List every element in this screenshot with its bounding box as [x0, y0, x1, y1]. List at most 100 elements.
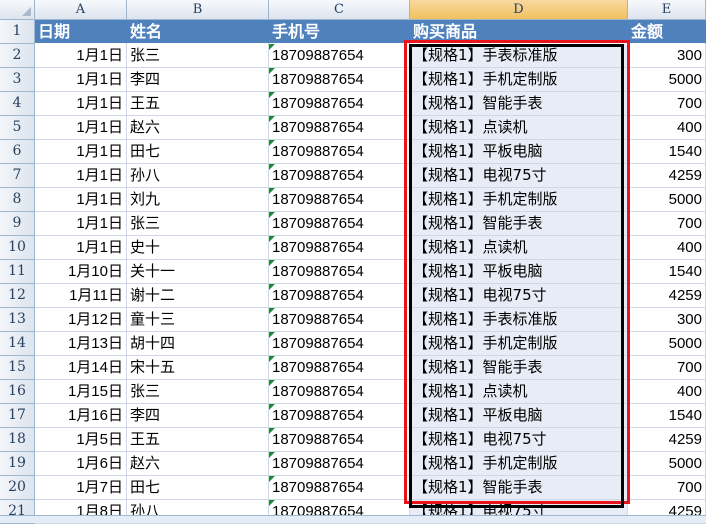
cell-date[interactable]: 1月7日: [35, 476, 127, 500]
cell-date[interactable]: 1月16日: [35, 404, 127, 428]
cell-product[interactable]: 【规格1】手机定制版: [410, 68, 628, 92]
cell-date[interactable]: 1月1日: [35, 44, 127, 68]
cell-date[interactable]: 1月1日: [35, 188, 127, 212]
row-header[interactable]: 20: [0, 476, 35, 500]
row-header[interactable]: 12: [0, 284, 35, 308]
cell-phone[interactable]: 18709887654: [269, 284, 410, 308]
column-header-e[interactable]: E: [628, 0, 706, 20]
cell-date[interactable]: 1月1日: [35, 236, 127, 260]
cell-phone[interactable]: 18709887654: [269, 116, 410, 140]
header-cell-product[interactable]: 购买商品: [410, 20, 628, 44]
cell-amount[interactable]: 400: [628, 116, 706, 140]
cell-date[interactable]: 1月1日: [35, 164, 127, 188]
header-cell-date[interactable]: 日期: [35, 20, 127, 44]
cell-amount[interactable]: 700: [628, 212, 706, 236]
row-header[interactable]: 19: [0, 452, 35, 476]
cell-name[interactable]: 赵六: [127, 452, 269, 476]
cell-phone[interactable]: 18709887654: [269, 428, 410, 452]
cell-name[interactable]: 李四: [127, 68, 269, 92]
row-header[interactable]: 7: [0, 164, 35, 188]
cell-name[interactable]: 田七: [127, 476, 269, 500]
row-header[interactable]: 11: [0, 260, 35, 284]
cell-product[interactable]: 【规格1】点读机: [410, 116, 628, 140]
column-header-a[interactable]: A: [35, 0, 127, 20]
row-header[interactable]: 16: [0, 380, 35, 404]
row-header[interactable]: 14: [0, 332, 35, 356]
cell-date[interactable]: 1月12日: [35, 308, 127, 332]
cell-date[interactable]: 1月1日: [35, 116, 127, 140]
cell-phone[interactable]: 18709887654: [269, 236, 410, 260]
cell-product[interactable]: 【规格1】平板电脑: [410, 404, 628, 428]
cell-amount[interactable]: 1540: [628, 260, 706, 284]
cell-date[interactable]: 1月1日: [35, 92, 127, 116]
row-header[interactable]: 5: [0, 116, 35, 140]
cell-phone[interactable]: 18709887654: [269, 356, 410, 380]
cell-phone[interactable]: 18709887654: [269, 476, 410, 500]
cell-product[interactable]: 【规格1】电视75寸: [410, 164, 628, 188]
row-header[interactable]: 18: [0, 428, 35, 452]
row-header[interactable]: 2: [0, 44, 35, 68]
cell-date[interactable]: 1月14日: [35, 356, 127, 380]
cell-name[interactable]: 张三: [127, 380, 269, 404]
cell-product[interactable]: 【规格1】点读机: [410, 236, 628, 260]
cell-product[interactable]: 【规格1】智能手表: [410, 356, 628, 380]
cell-phone[interactable]: 18709887654: [269, 404, 410, 428]
cell-amount[interactable]: 4259: [628, 284, 706, 308]
cell-amount[interactable]: 4259: [628, 164, 706, 188]
cell-name[interactable]: 张三: [127, 44, 269, 68]
cell-date[interactable]: 1月1日: [35, 68, 127, 92]
cell-amount[interactable]: 700: [628, 476, 706, 500]
cell-date[interactable]: 1月11日: [35, 284, 127, 308]
cell-phone[interactable]: 18709887654: [269, 212, 410, 236]
cell-date[interactable]: 1月5日: [35, 428, 127, 452]
cell-phone[interactable]: 18709887654: [269, 44, 410, 68]
cell-date[interactable]: 1月10日: [35, 260, 127, 284]
cell-date[interactable]: 1月13日: [35, 332, 127, 356]
cell-amount[interactable]: 400: [628, 380, 706, 404]
cell-product[interactable]: 【规格1】手机定制版: [410, 452, 628, 476]
header-cell-name[interactable]: 姓名: [127, 20, 269, 44]
cell-amount[interactable]: 400: [628, 236, 706, 260]
cell-phone[interactable]: 18709887654: [269, 164, 410, 188]
select-all-corner[interactable]: [0, 0, 35, 20]
cell-phone[interactable]: 18709887654: [269, 332, 410, 356]
cell-product[interactable]: 【规格1】电视75寸: [410, 428, 628, 452]
cell-phone[interactable]: 18709887654: [269, 380, 410, 404]
cell-name[interactable]: 胡十四: [127, 332, 269, 356]
cell-name[interactable]: 童十三: [127, 308, 269, 332]
cell-amount[interactable]: 5000: [628, 188, 706, 212]
cell-amount[interactable]: 1540: [628, 404, 706, 428]
cell-product[interactable]: 【规格1】手机定制版: [410, 332, 628, 356]
cell-name[interactable]: 赵六: [127, 116, 269, 140]
header-cell-amount[interactable]: 金额: [628, 20, 706, 44]
cell-name[interactable]: 张三: [127, 212, 269, 236]
row-header[interactable]: 10: [0, 236, 35, 260]
cell-phone[interactable]: 18709887654: [269, 260, 410, 284]
cell-product[interactable]: 【规格1】手机定制版: [410, 188, 628, 212]
row-header[interactable]: 8: [0, 188, 35, 212]
cell-phone[interactable]: 18709887654: [269, 308, 410, 332]
cell-product[interactable]: 【规格1】手表标准版: [410, 308, 628, 332]
cell-amount[interactable]: 5000: [628, 332, 706, 356]
cell-name[interactable]: 谢十二: [127, 284, 269, 308]
cell-date[interactable]: 1月1日: [35, 140, 127, 164]
column-header-c[interactable]: C: [269, 0, 410, 20]
cell-product[interactable]: 【规格1】平板电脑: [410, 260, 628, 284]
row-header[interactable]: 3: [0, 68, 35, 92]
cell-product[interactable]: 【规格1】平板电脑: [410, 140, 628, 164]
cell-name[interactable]: 田七: [127, 140, 269, 164]
cell-name[interactable]: 王五: [127, 92, 269, 116]
row-header[interactable]: 17: [0, 404, 35, 428]
row-header[interactable]: 15: [0, 356, 35, 380]
cell-product[interactable]: 【规格1】智能手表: [410, 92, 628, 116]
row-header[interactable]: 9: [0, 212, 35, 236]
cell-name[interactable]: 李四: [127, 404, 269, 428]
cell-amount[interactable]: 700: [628, 356, 706, 380]
cell-product[interactable]: 【规格1】手表标准版: [410, 44, 628, 68]
cell-amount[interactable]: 1540: [628, 140, 706, 164]
cell-date[interactable]: 1月1日: [35, 212, 127, 236]
row-header[interactable]: 1: [0, 20, 35, 44]
cell-product[interactable]: 【规格1】点读机: [410, 380, 628, 404]
cell-name[interactable]: 关十一: [127, 260, 269, 284]
cell-amount[interactable]: 700: [628, 92, 706, 116]
